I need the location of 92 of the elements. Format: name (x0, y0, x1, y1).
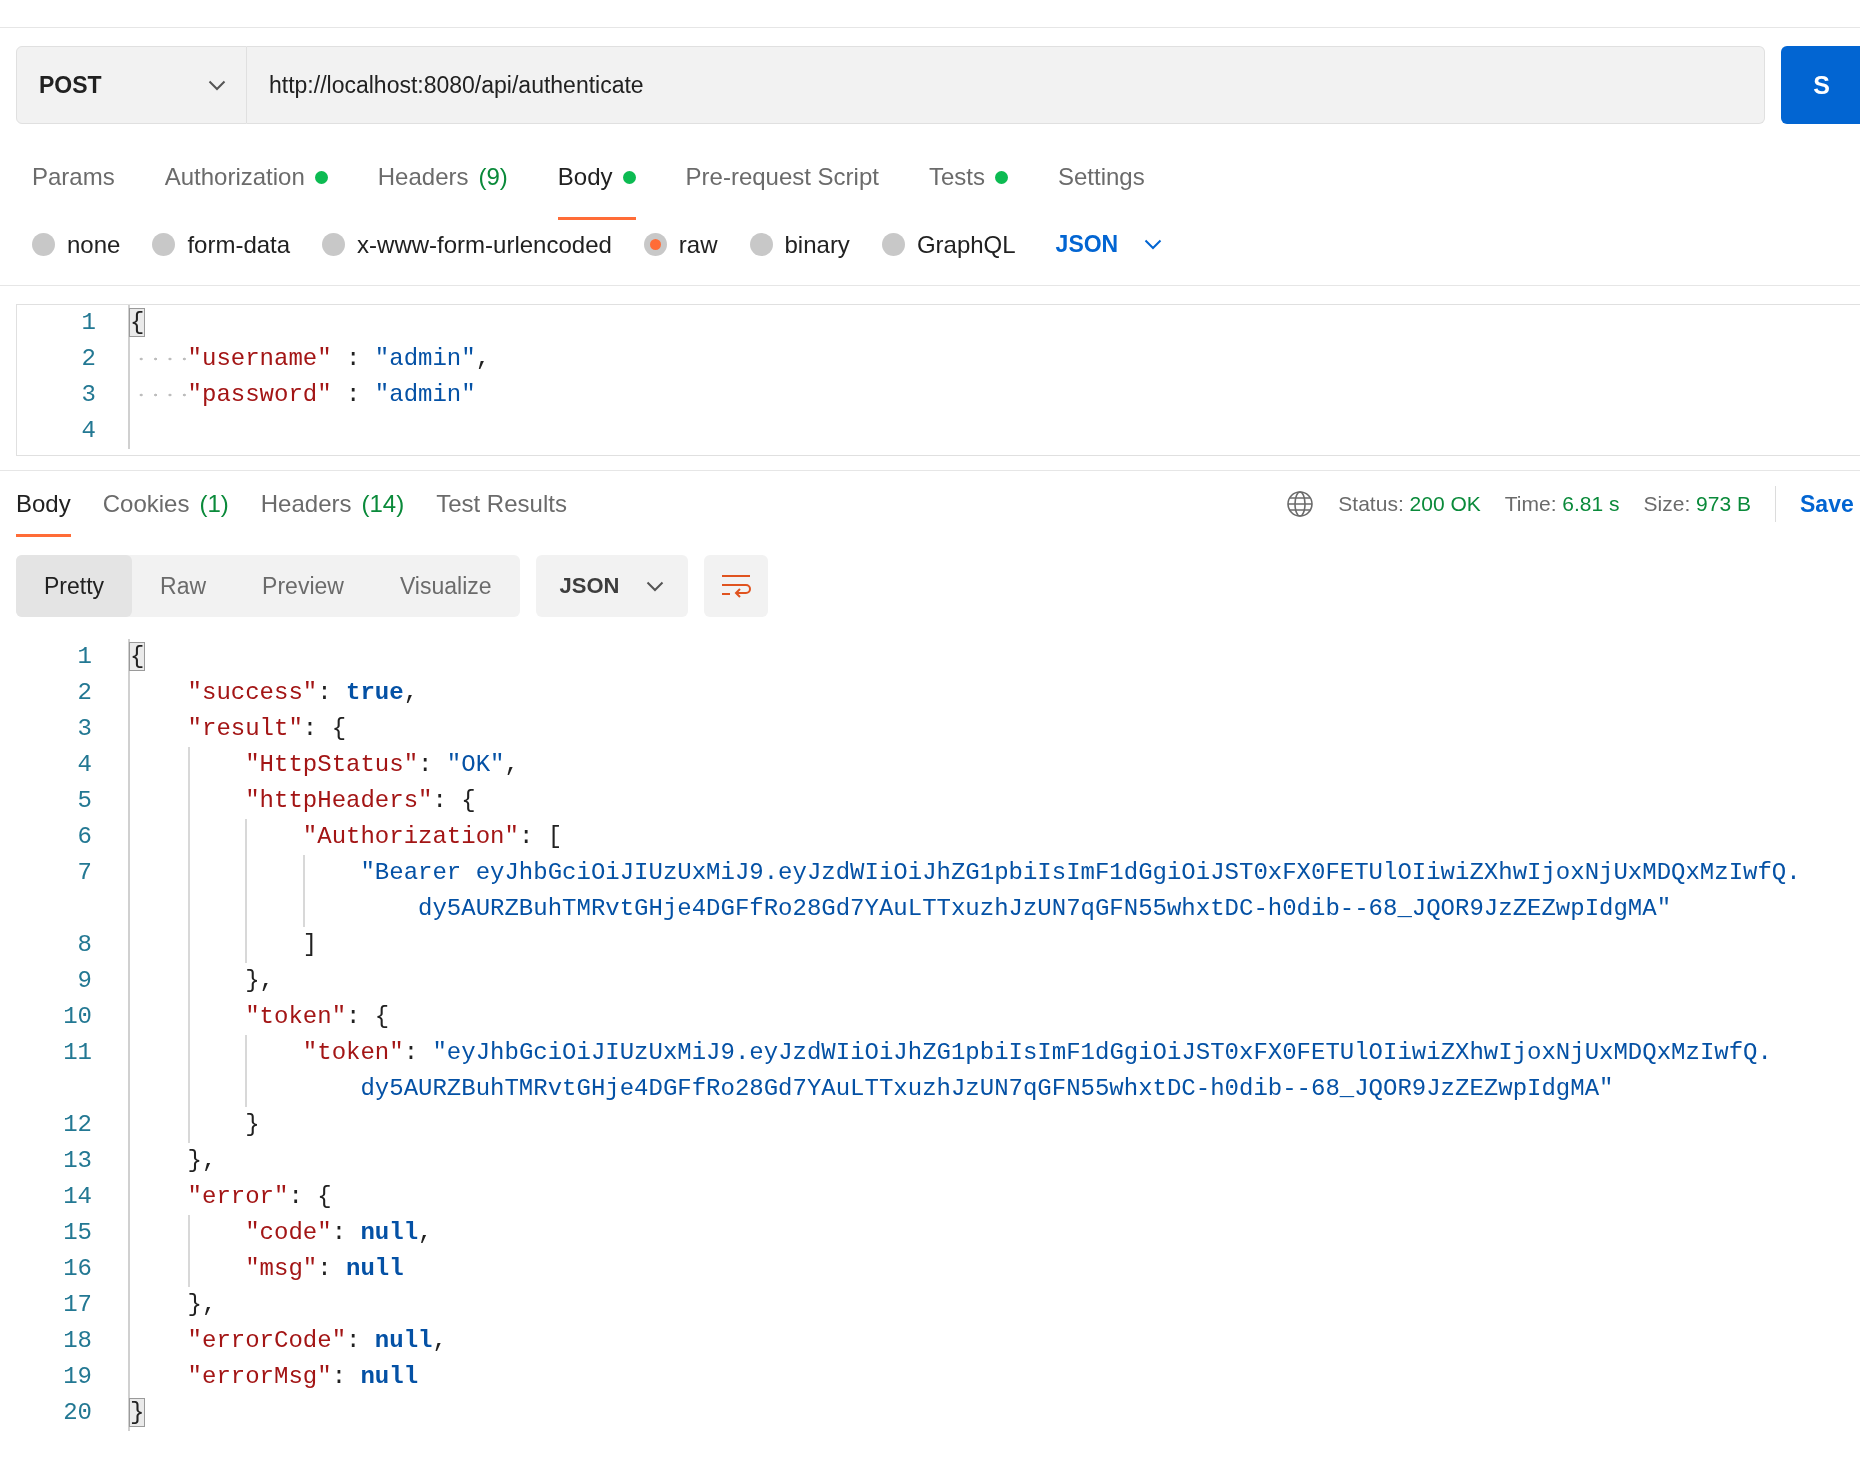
view-mode-button[interactable]: Visualize (371, 555, 520, 617)
code-line: "success": true, (186, 678, 419, 708)
code-line: "password" : "admin" (130, 377, 476, 413)
method-dropdown[interactable]: POST (16, 46, 247, 124)
request-tab[interactable]: Body (557, 134, 636, 220)
view-mode-button[interactable]: Raw (132, 555, 235, 617)
line-number: 7 (76, 858, 93, 888)
code-line: "code": null, (130, 1215, 433, 1251)
response-tab[interactable]: Body (16, 471, 71, 537)
code-line: }, (130, 963, 275, 999)
line-number: 10 (62, 1002, 93, 1032)
request-tab[interactable]: Pre-request Script (685, 134, 879, 220)
view-mode-button[interactable]: Pretty (16, 555, 133, 617)
response-stat: Status: 200 OK (1338, 492, 1481, 516)
format-dropdown[interactable]: JSON (535, 555, 688, 617)
code-line: }, (186, 1290, 217, 1320)
radio-label: GraphQL (916, 230, 1016, 259)
line-number: 19 (62, 1362, 93, 1392)
response-stat: Size: 973 B (1643, 492, 1751, 516)
line-number: 4 (76, 750, 93, 780)
line-number: 4 (80, 416, 97, 446)
send-button[interactable]: S (1781, 46, 1860, 124)
code-line: "msg": null (130, 1251, 404, 1287)
format-dropdown[interactable]: JSON (1047, 231, 1171, 258)
save-button[interactable]: Save (1800, 490, 1860, 518)
radio-button[interactable] (749, 233, 773, 256)
radio-button[interactable] (643, 233, 667, 256)
line-number: 18 (62, 1326, 93, 1356)
code-line: "error": { (186, 1182, 332, 1212)
radio-label: none (67, 230, 121, 259)
line-number: 14 (62, 1182, 93, 1212)
line-number: 2 (76, 678, 93, 708)
request-tab[interactable]: Headers (9) (377, 134, 508, 220)
status-dot (622, 170, 636, 184)
request-tab[interactable]: Settings (1057, 134, 1145, 220)
wrap-button[interactable] (703, 555, 768, 617)
code-line: "username" : "admin", (130, 341, 491, 377)
radio-button[interactable] (32, 233, 55, 256)
chevron-down-icon (1144, 239, 1163, 250)
chevron-down-icon (645, 580, 664, 592)
line-number: 20 (62, 1398, 93, 1428)
code-line: "Authorization": [ (130, 819, 563, 855)
line-number: 16 (62, 1254, 93, 1284)
response-tab[interactable]: Cookies (1) (102, 471, 229, 537)
code-line: "result": { (186, 714, 347, 744)
code-line: "errorCode": null, (186, 1326, 447, 1356)
code-line: "token": "eyJhbGciOiJIUzUxMiJ9.eyJzdWIiOiJhZG1pbiIsImF1dGgiOiJST0xFX0FETUlOIiwiZXhwIjoxNjUxMDQxMzIwfQ. (130, 1035, 1772, 1071)
line-number: 9 (76, 966, 93, 996)
radio-button[interactable] (152, 233, 176, 256)
response-tab[interactable]: Test Results (436, 471, 567, 537)
code-line: dy5AURZBuhTMRvtGHje4DGFfRo28Gd7YAuLTTxuzhJzUN7qGFN55whxtDC-h0dib--68_JQOR9JzZEZwpIdgMA" (130, 891, 1672, 927)
radio-button[interactable] (881, 233, 905, 256)
line-number: 1 (80, 308, 97, 338)
radio-label: form-data (187, 230, 291, 259)
code-line: ] (130, 927, 318, 963)
url-field[interactable]: http://localhost:8080/api/authenticate (247, 46, 1766, 124)
line-number: 1 (76, 642, 93, 672)
request-tab[interactable]: Params (32, 134, 115, 220)
response-tab[interactable]: Headers (14) (260, 471, 405, 537)
radio-label: x-www-form-urlencoded (357, 230, 612, 259)
code-line: }, (186, 1146, 217, 1176)
line-number: 11 (62, 1038, 93, 1068)
status-dot (994, 170, 1008, 184)
line-number: 15 (62, 1218, 93, 1248)
radio-label: binary (784, 230, 850, 259)
line-number: 3 (76, 714, 93, 744)
line-number: 6 (76, 822, 93, 852)
code-line: dy5AURZBuhTMRvtGHje4DGFfRo28Gd7YAuLTTxuzhJzUN7qGFN55whxtDC-h0dib--68_JQOR9JzZEZwpIdgMA" (130, 1071, 1614, 1107)
radio-button[interactable] (322, 233, 346, 256)
line-number: 5 (76, 786, 93, 816)
wrap-lines-icon (720, 573, 751, 599)
globe-icon[interactable] (1286, 490, 1315, 518)
code-line: "Bearer eyJhbGciOiJIUzUxMiJ9.eyJzdWIiOiJhZG1pbiIsImF1dGgiOiJST0xFX0FETUlOIiwiZXhwIjoxNjUxMDQxMzIwfQ. (130, 855, 1801, 891)
line-number: 8 (76, 930, 93, 960)
status-dot (314, 170, 328, 184)
code-line: "token": { (130, 999, 390, 1035)
radio-label: raw (678, 230, 718, 259)
line-number: 17 (62, 1290, 93, 1320)
response-stat: Time: 6.81 s (1504, 492, 1620, 516)
line-number: 3 (80, 380, 97, 410)
code-line: "HttpStatus": "OK", (130, 747, 519, 783)
code-line: "httpHeaders": { (130, 783, 476, 819)
request-body-editor[interactable]: 1 { 2 "username" : "admin", 3 "password" : "admin" 4 (16, 304, 1860, 456)
line-number: 12 (62, 1110, 93, 1140)
chevron-down-icon (208, 79, 226, 91)
view-mode-button[interactable]: Preview (234, 555, 372, 617)
line-number: 2 (80, 344, 97, 374)
request-tab[interactable]: Tests (928, 134, 1008, 220)
request-tab[interactable]: Authorization (164, 134, 328, 220)
code-line: } (130, 1107, 260, 1143)
code-line: "errorMsg": null (186, 1362, 419, 1392)
line-number: 13 (62, 1146, 93, 1176)
